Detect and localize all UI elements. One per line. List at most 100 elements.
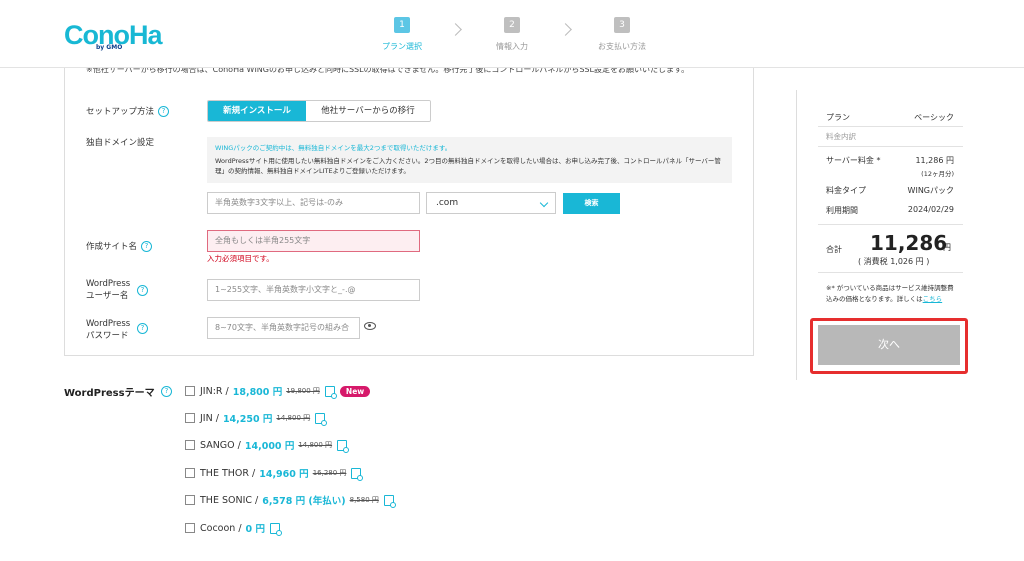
domain-info-box: WINGパックのご契約中は、無料独自ドメインを最大2つまで取得いただけます。 W…	[207, 137, 732, 183]
theme-preview-icon[interactable]	[324, 385, 337, 399]
step-label: プラン選択	[382, 42, 422, 51]
chevron-down-icon	[539, 198, 549, 208]
plan-value: ベーシック	[914, 113, 954, 122]
domain-input[interactable]: 半角英数字3文字以上、記号は-のみ	[207, 192, 420, 214]
step-number: 3	[614, 17, 630, 33]
theme-old-price: 14,800 円	[298, 441, 333, 449]
server-fee-value: 11,286 円	[915, 156, 954, 165]
fee-type-value: WINGパック	[907, 186, 954, 195]
checkbox[interactable]	[185, 468, 195, 478]
theme-old-price: 16,280 円	[312, 469, 347, 477]
help-icon[interactable]: ?	[137, 285, 148, 296]
theme-option-the-sonic[interactable]: THE SONIC / 6,578 円 (年払い) 8,580 円	[185, 493, 396, 508]
theme-preview-icon[interactable]	[315, 412, 328, 426]
wp-user-label-line2: ユーザー名	[86, 291, 129, 301]
server-fee-values: 11,286 円 (12ヶ月分)	[915, 155, 954, 178]
period-label: 利用期間	[826, 206, 858, 215]
period-value: 2024/02/29	[907, 205, 954, 214]
theme-option-jin[interactable]: JIN / 14,250 円 14,800 円	[185, 411, 328, 426]
step-number: 1	[394, 17, 410, 33]
site-name-error: 入力必須項目です。	[207, 254, 274, 263]
wp-pass-label-line2: パスワード	[86, 331, 129, 341]
wp-pass-label: WordPress パスワード	[86, 318, 130, 342]
theme-price: 14,250 円	[222, 414, 273, 425]
help-icon[interactable]: ?	[158, 106, 170, 117]
step-plan-selection: 1 プラン選択	[357, 17, 447, 52]
theme-name: JIN:R /	[200, 385, 229, 397]
divider	[818, 272, 963, 273]
price-note: ※* がついている商品はサービス維持調整費込みの価格となります。詳しくはこちら	[826, 283, 956, 305]
wp-username-input[interactable]: 1~255文字、半角英数字小文字と_-.@	[207, 279, 420, 301]
theme-preview-icon[interactable]	[383, 494, 396, 508]
logo-subtitle: by GMO	[96, 44, 123, 51]
step-payment-method: 3 お支払い方法	[577, 17, 667, 52]
theme-price: 6,578 円 (年払い)	[262, 496, 346, 507]
summary-plan-row: プラン ベーシック	[826, 112, 954, 123]
summary-server-fee-row: サーバー料金 * 11,286 円 (12ヶ月分)	[826, 155, 954, 178]
site-name-input[interactable]: 全角もしくは半角255文字	[207, 230, 420, 252]
theme-name: THE SONIC /	[200, 494, 259, 506]
server-fee-sub: (12ヶ月分)	[921, 170, 954, 178]
site-name-label: 作成サイト名?	[86, 241, 153, 253]
theme-option-the-thor[interactable]: THE THOR / 14,960 円 16,280 円	[185, 466, 364, 481]
theme-name: Cocoon /	[200, 522, 242, 534]
tax-note: ( 消費税 1,026 円 )	[858, 257, 930, 266]
checkbox[interactable]	[185, 523, 195, 533]
domain-info-highlight: WINGパックのご契約中は、無料独自ドメインを最大2つまで取得いただけます。	[215, 144, 452, 152]
divider	[818, 224, 963, 225]
checkbox[interactable]	[185, 386, 195, 396]
theme-price: 0 円	[245, 524, 265, 535]
breakdown-label: 料金内訳	[826, 132, 856, 141]
wordpress-theme-title: WordPressテーマ	[64, 388, 155, 399]
checkbox[interactable]	[185, 440, 195, 450]
setup-method-label-text: セットアップ方法	[86, 107, 155, 117]
summary-fee-type-row: 料金タイプ WINGパック	[826, 185, 954, 196]
checkbox[interactable]	[185, 413, 195, 423]
header: ConoHa by GMO 1 プラン選択 2 情報入力 3 お支払い方法	[0, 0, 1024, 68]
details-link[interactable]: こちら	[923, 295, 943, 303]
theme-preview-icon[interactable]	[351, 467, 364, 481]
help-icon[interactable]: ?	[137, 323, 148, 334]
theme-preview-icon[interactable]	[337, 439, 350, 453]
domain-info-text: WordPressサイト用に使用したい無料独自ドメインをご入力ください。2つ目の…	[215, 157, 721, 175]
new-badge: New	[339, 385, 371, 397]
theme-name: SANGO /	[200, 439, 241, 451]
tld-select[interactable]: .com	[426, 192, 556, 214]
step-number: 2	[504, 17, 520, 33]
divider	[818, 126, 963, 127]
chevron-right-icon	[449, 23, 462, 36]
total-unit: 円	[943, 243, 951, 252]
domain-search-button[interactable]: 検索	[563, 193, 620, 214]
theme-old-price: 14,800 円	[276, 414, 311, 422]
setup-method-label: セットアップ方法?	[86, 106, 170, 118]
step-label: 情報入力	[496, 42, 528, 51]
theme-name: JIN /	[200, 412, 219, 424]
theme-option-jinr[interactable]: JIN:R / 18,800 円 19,800 円 New	[185, 384, 371, 399]
eye-icon[interactable]	[364, 322, 376, 330]
theme-preview-icon[interactable]	[269, 522, 282, 536]
theme-option-cocoon[interactable]: Cocoon / 0 円	[185, 521, 282, 536]
theme-price: 14,960 円	[259, 469, 309, 480]
next-button[interactable]: 次へ	[818, 325, 960, 365]
tld-value: .com	[436, 198, 459, 208]
theme-old-price: 19,800 円	[286, 387, 320, 395]
new-install-option[interactable]: 新規インストール	[208, 101, 306, 121]
setup-method-toggle: 新規インストール 他社サーバーからの移行	[207, 100, 431, 122]
checkbox[interactable]	[185, 495, 195, 505]
wp-password-input[interactable]: 8~70文字、半角英数字記号の組み合	[207, 317, 360, 339]
domain-label: 独自ドメイン設定	[86, 138, 155, 148]
divider	[818, 146, 963, 147]
total-label: 合計	[826, 245, 842, 254]
summary-period-row: 利用期間 2024/02/29	[826, 205, 954, 216]
theme-price: 14,000 円	[244, 441, 295, 452]
chevron-right-icon	[559, 23, 572, 36]
theme-option-sango[interactable]: SANGO / 14,000 円 14,800 円	[185, 438, 350, 453]
fee-type-label: 料金タイプ	[826, 186, 866, 195]
wp-user-label-line1: WordPress	[86, 279, 131, 289]
migrate-option[interactable]: 他社サーバーからの移行	[306, 101, 430, 121]
theme-price: 18,800 円	[232, 387, 283, 398]
help-icon[interactable]: ?	[161, 386, 172, 397]
plan-label: プラン	[826, 113, 850, 122]
help-icon[interactable]: ?	[141, 241, 153, 252]
wp-user-label: WordPress ユーザー名	[86, 278, 130, 302]
